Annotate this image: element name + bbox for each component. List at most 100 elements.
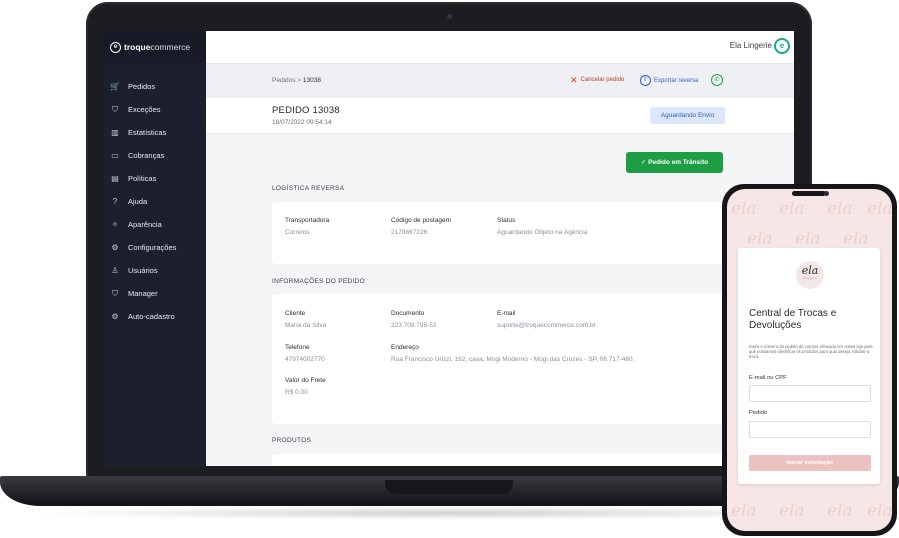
shield-icon: ⛉ xyxy=(112,104,118,114)
sidebar-item-excecoes[interactable]: ⛉ Exceções xyxy=(104,98,206,121)
sidebar: e troque commerce 🛒 Pedidos ⛉ Exceções ▥… xyxy=(104,31,206,466)
credit-card-icon: ▭ xyxy=(111,150,119,160)
order-number-label: Pedido xyxy=(749,410,768,416)
top-bar: Ela Lingerie e xyxy=(206,31,794,64)
sidebar-item-usuarios[interactable]: ♙ Usuários xyxy=(104,259,206,282)
brand-logo[interactable]: e troque commerce xyxy=(104,31,206,63)
upload-icon: ⇧ xyxy=(640,75,651,86)
address-label: Endereço xyxy=(391,344,419,351)
sidebar-item-label: Usuários xyxy=(128,266,158,275)
phone-label: Telefone xyxy=(285,344,310,351)
email-cpf-input[interactable] xyxy=(749,385,871,402)
pattern-text: ela xyxy=(747,229,773,249)
laptop-base-notch xyxy=(385,480,513,494)
tracking-code-field: Código de postagem 2178867226 xyxy=(391,217,451,236)
breadcrumb: Pedidos > 13038 xyxy=(272,77,321,84)
email-value: suporte@troquecommerce.com.br xyxy=(497,322,596,329)
document-label: Documento xyxy=(391,310,425,317)
laptop-screen: e troque commerce 🛒 Pedidos ⛉ Exceções ▥… xyxy=(104,31,794,466)
export-reverse-label: Exportar reversa xyxy=(654,77,699,84)
products-section-title: PRODUTOS xyxy=(272,437,312,444)
tracking-code-value: 2178867226 xyxy=(391,229,428,236)
sidebar-item-manager[interactable]: ⛉ Manager xyxy=(104,282,206,305)
pattern-text: ela xyxy=(827,501,853,521)
sidebar-item-label: Cobranças xyxy=(128,151,165,160)
order-number-input[interactable] xyxy=(749,421,871,438)
brand-mark-icon: e xyxy=(110,41,121,53)
whatsapp-icon[interactable]: ✆ xyxy=(711,74,723,86)
customer-value: Maria da Silva xyxy=(285,322,327,329)
sidebar-item-label: Pedidos xyxy=(128,82,156,91)
order-header: PEDIDO 13038 18/07/2022 09:54:14 Aguarda… xyxy=(206,98,794,134)
sidebar-item-label: Exceções xyxy=(128,105,161,114)
cancel-order-button[interactable]: ✕ Cancelar pedido xyxy=(570,75,625,85)
help-icon: ? xyxy=(112,196,118,206)
email-label: E-mail xyxy=(497,310,516,317)
phone-notch xyxy=(792,191,826,196)
document-icon: ▤ xyxy=(111,173,119,183)
sidebar-item-aparencia[interactable]: ✧ Aparência xyxy=(104,213,206,236)
sidebar-item-label: Manager xyxy=(128,289,158,298)
exchange-center-card: ela lingerie Central de Trocas e Devoluç… xyxy=(738,248,880,484)
store-logo-icon[interactable]: e xyxy=(774,38,790,54)
pattern-text: ela xyxy=(779,199,805,219)
store-name[interactable]: Ela Lingerie xyxy=(730,41,772,50)
exchange-center-title: Central de Trocas e Devoluções xyxy=(749,308,837,331)
breadcrumb-current: 13038 xyxy=(302,77,321,84)
ela-logo-sub: lingerie xyxy=(802,276,818,280)
sidebar-item-label: Ajuda xyxy=(128,197,148,206)
shipping-status-field: Status Aguardando Objeto na Agência xyxy=(497,217,587,236)
sidebar-item-configuracoes[interactable]: ⚙ Configurações xyxy=(104,236,206,259)
shipping-cost-value: R$ 0,00 xyxy=(285,389,308,396)
start-request-button[interactable]: Iniciar solicitação xyxy=(749,455,871,471)
sidebar-item-label: Estatísticas xyxy=(128,128,167,137)
brand-name-light: commerce xyxy=(150,42,191,52)
brand-name-bold: troque xyxy=(124,42,151,52)
sidebar-item-label: Auto-cadastro xyxy=(128,312,175,321)
cancel-order-label: Cancelar pedido xyxy=(580,77,625,83)
order-info-card: Cliente Maria da Silva Documento 323.709… xyxy=(272,294,724,424)
tracking-code-label: Código de postagem xyxy=(391,217,451,224)
sidebar-item-pedidos[interactable]: 🛒 Pedidos xyxy=(104,75,206,98)
pattern-text: ela xyxy=(867,501,892,521)
customer-label: Cliente xyxy=(285,310,306,317)
order-in-transit-button[interactable]: ✓ Pedido em Trânsito xyxy=(626,152,723,173)
pattern-text: ela xyxy=(795,229,821,249)
sidebar-item-politicas[interactable]: ▤ Políticas xyxy=(104,167,206,190)
exchange-center-description: Insira o número do pedido da compra efet… xyxy=(749,344,873,360)
shield-icon: ⛉ xyxy=(112,288,118,298)
sidebar-item-ajuda[interactable]: ? Ajuda xyxy=(104,190,206,213)
ela-logo: ela lingerie xyxy=(796,261,824,289)
laptop-camera xyxy=(447,14,452,19)
sidebar-item-estatisticas[interactable]: ▥ Estatísticas xyxy=(104,121,206,144)
order-info-section-title: INFORMAÇÕES DO PEDIDO xyxy=(272,278,365,285)
gear-icon: ⚙ xyxy=(111,242,119,252)
status-badge: Aguardando Envio xyxy=(650,107,725,124)
bar-chart-icon: ▥ xyxy=(111,127,119,137)
document-value: 323.709.798-52 xyxy=(391,322,437,329)
carrier-field: Transportadora Correios xyxy=(285,217,329,236)
email-cpf-label: E-mail ou CPF xyxy=(749,375,787,381)
breadcrumb-parent[interactable]: Pedidos > xyxy=(272,77,303,84)
shipping-status-value: Aguardando Objeto na Agência xyxy=(497,229,588,236)
logistics-card: Transportadora Correios Código de postag… xyxy=(272,202,724,264)
email-field: E-mail suporte@troquecommerce.com.br xyxy=(497,310,596,329)
sidebar-item-auto-cadastro[interactable]: ⚙ Auto-cadastro xyxy=(104,305,206,328)
address-field: Endereço Rua Francisco Urizzi, 162, casa… xyxy=(391,344,634,363)
order-date: 18/07/2022 09:54:14 xyxy=(272,119,332,126)
sidebar-item-label: Aparência xyxy=(128,220,162,229)
phone-field: Telefone 47974002770 xyxy=(285,344,325,363)
cart-icon: 🛒 xyxy=(110,81,120,91)
sidebar-nav: 🛒 Pedidos ⛉ Exceções ▥ Estatísticas ▭ Co… xyxy=(104,75,206,328)
sparkle-icon: ✧ xyxy=(111,219,119,229)
breadcrumb-bar: Pedidos > 13038 ✕ Cancelar pedido ⇧ Expo… xyxy=(206,64,794,98)
sidebar-item-cobrancas[interactable]: ▭ Cobranças xyxy=(104,144,206,167)
gear-icon: ⚙ xyxy=(111,311,119,321)
carrier-value: Correios xyxy=(285,229,310,236)
export-reverse-button[interactable]: ⇧ Exportar reversa xyxy=(640,75,698,86)
close-icon: ✕ xyxy=(570,75,578,85)
customer-field: Cliente Maria da Silva xyxy=(285,310,326,329)
products-card xyxy=(272,454,724,466)
logistics-section-title: LOGÍSTICA REVERSA xyxy=(272,185,345,192)
pattern-text: ela xyxy=(867,199,892,219)
